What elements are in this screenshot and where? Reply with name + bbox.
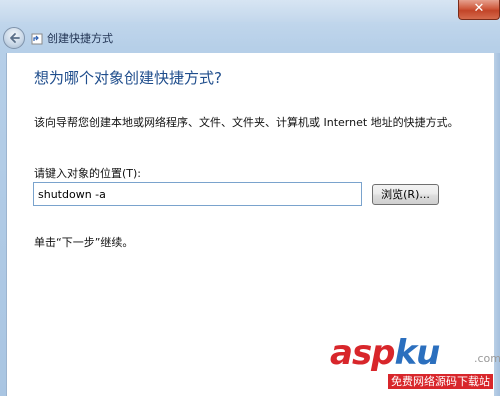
title-bar	[0, 0, 500, 22]
close-button[interactable]: ✕	[458, 0, 500, 20]
page-title: 想为哪个对象创建快捷方式?	[34, 69, 222, 87]
browse-button[interactable]: 浏览(R)...	[372, 184, 439, 205]
watermark-brand-b: ku	[394, 333, 441, 373]
next-hint-text: 单击“下一步”继续。	[34, 236, 134, 249]
back-arrow-icon	[10, 33, 20, 43]
watermark-logo: aspku	[330, 333, 441, 373]
location-label: 请键入对象的位置(T):	[34, 167, 142, 180]
close-icon: ✕	[473, 1, 485, 16]
watermark-tagline: 免费网络源码下载站	[388, 374, 493, 389]
window-title: 创建快捷方式	[47, 32, 113, 45]
back-button[interactable]	[3, 27, 25, 49]
watermark: aspku .com 免费网络源码下载站	[326, 330, 500, 396]
shortcut-wizard-icon	[31, 33, 43, 45]
location-input[interactable]	[33, 182, 362, 206]
watermark-brand-a: asp	[330, 333, 396, 373]
wizard-description: 该向导帮您创建本地或网络程序、文件、文件夹、计算机或 Internet 地址的快…	[34, 116, 459, 129]
watermark-domain: .com	[474, 352, 500, 365]
wizard-nav-bar: 创建快捷方式	[0, 25, 500, 53]
